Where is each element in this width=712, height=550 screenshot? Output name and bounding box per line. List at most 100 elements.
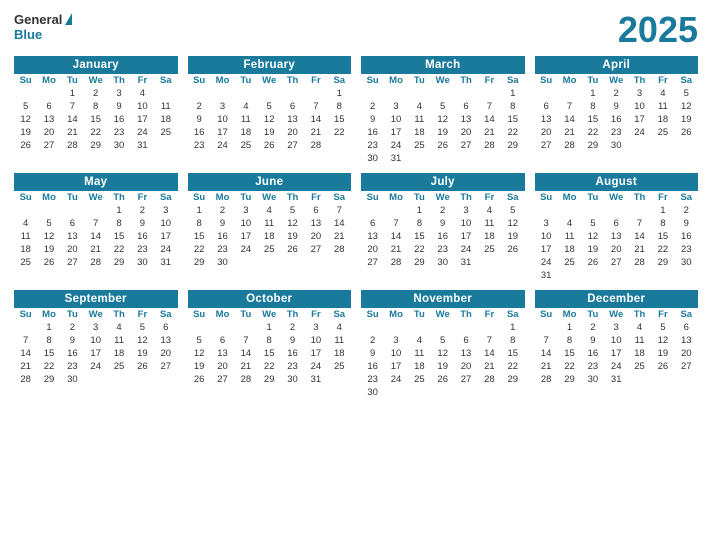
weekday-header: Tu <box>234 191 257 204</box>
calendar-day <box>107 373 130 386</box>
calendar-day: 22 <box>501 126 524 139</box>
month-block-february: FebruarySuMoTuWeThFrSa123456789101112131… <box>188 56 352 165</box>
calendar-day: 7 <box>478 334 501 347</box>
calendar-day <box>258 256 281 269</box>
calendar-day: 16 <box>605 113 628 126</box>
calendar-day: 16 <box>188 126 211 139</box>
calendar-day: 5 <box>675 87 698 100</box>
calendar-day: 12 <box>431 113 454 126</box>
calendar-day <box>431 87 454 100</box>
week-row: 6789101112 <box>361 217 525 230</box>
calendar-day: 7 <box>234 334 257 347</box>
calendar-day <box>14 321 37 334</box>
month-table-november: SuMoTuWeThFrSa12345678910111213141516171… <box>361 308 525 399</box>
calendar-day: 5 <box>581 217 604 230</box>
calendar-day: 24 <box>234 243 257 256</box>
calendar-day: 2 <box>211 204 234 217</box>
calendar-day: 24 <box>384 373 407 386</box>
week-row: 14151617181920 <box>14 347 178 360</box>
calendar-day: 22 <box>107 243 130 256</box>
month-block-april: AprilSuMoTuWeThFrSa123456789101112131415… <box>535 56 699 165</box>
weekday-header: Mo <box>37 74 60 87</box>
weekday-header: Th <box>107 191 130 204</box>
calendar-day: 4 <box>651 87 674 100</box>
calendar-day: 14 <box>84 230 107 243</box>
calendar-day: 2 <box>675 204 698 217</box>
calendar-day: 8 <box>581 100 604 113</box>
week-row: 9101112131415 <box>361 113 525 126</box>
calendar-day: 26 <box>431 139 454 152</box>
calendar-day <box>675 269 698 282</box>
month-block-july: JulySuMoTuWeThFrSa1234567891011121314151… <box>361 173 525 282</box>
calendar-day: 29 <box>501 373 524 386</box>
week-row: 19202122232425 <box>14 126 178 139</box>
weekday-header: We <box>605 308 628 321</box>
calendar-day: 18 <box>408 126 431 139</box>
calendar-day: 24 <box>384 139 407 152</box>
calendar-day <box>188 321 211 334</box>
calendar-day <box>408 152 431 165</box>
calendar-day: 13 <box>454 347 477 360</box>
weekday-header: Th <box>454 74 477 87</box>
calendar-day <box>651 373 674 386</box>
calendar-day: 9 <box>61 334 84 347</box>
calendar-day: 9 <box>361 347 384 360</box>
calendar-day: 17 <box>384 126 407 139</box>
week-row: 9101112131415 <box>361 347 525 360</box>
calendar-day: 11 <box>408 347 431 360</box>
calendar-day: 28 <box>535 373 558 386</box>
calendar-day <box>558 87 581 100</box>
week-row: 1 <box>361 321 525 334</box>
calendar-day: 27 <box>37 139 60 152</box>
calendar-day: 20 <box>361 243 384 256</box>
calendar-day: 26 <box>501 243 524 256</box>
week-row: 1 <box>188 87 352 100</box>
calendar-day: 23 <box>675 243 698 256</box>
calendar-day: 10 <box>234 217 257 230</box>
week-row: 2728293031 <box>361 256 525 269</box>
calendar-day: 10 <box>535 230 558 243</box>
month-header-august: August <box>535 173 699 191</box>
week-row: 123456 <box>535 321 699 334</box>
calendar-day: 3 <box>84 321 107 334</box>
calendar-day: 28 <box>14 373 37 386</box>
calendar-day <box>605 204 628 217</box>
calendar-day: 19 <box>281 230 304 243</box>
calendar-day: 29 <box>188 256 211 269</box>
calendar-day <box>431 386 454 399</box>
week-row: 2345678 <box>188 100 352 113</box>
week-row: 232425262728 <box>188 139 352 152</box>
weekday-header: Tu <box>408 191 431 204</box>
calendar-day: 30 <box>281 373 304 386</box>
calendar-day <box>408 87 431 100</box>
calendar-day: 25 <box>328 360 351 373</box>
calendar-day <box>37 87 60 100</box>
calendar-day: 6 <box>281 100 304 113</box>
calendar-day: 11 <box>14 230 37 243</box>
weekday-header: We <box>258 308 281 321</box>
calendar-day: 24 <box>84 360 107 373</box>
weekday-header: Th <box>628 74 651 87</box>
calendar-day <box>384 386 407 399</box>
calendar-day: 20 <box>535 126 558 139</box>
calendar-day <box>454 386 477 399</box>
calendar-day: 15 <box>581 113 604 126</box>
week-row: 123 <box>14 204 178 217</box>
calendar-day: 26 <box>651 360 674 373</box>
calendar-day: 26 <box>281 243 304 256</box>
calendar-day: 24 <box>154 243 177 256</box>
week-row: 27282930 <box>535 139 699 152</box>
calendar-day: 23 <box>107 126 130 139</box>
calendar-day: 20 <box>454 360 477 373</box>
weekday-header: Su <box>535 74 558 87</box>
calendar-day: 22 <box>188 243 211 256</box>
calendar-day <box>14 87 37 100</box>
weekday-header: Mo <box>384 308 407 321</box>
calendar-day: 24 <box>605 360 628 373</box>
calendar-day: 29 <box>651 256 674 269</box>
calendar-day: 12 <box>431 347 454 360</box>
calendar-day: 28 <box>234 373 257 386</box>
weekday-header: Sa <box>501 74 524 87</box>
month-header-october: October <box>188 290 352 308</box>
weekday-header: Mo <box>211 308 234 321</box>
